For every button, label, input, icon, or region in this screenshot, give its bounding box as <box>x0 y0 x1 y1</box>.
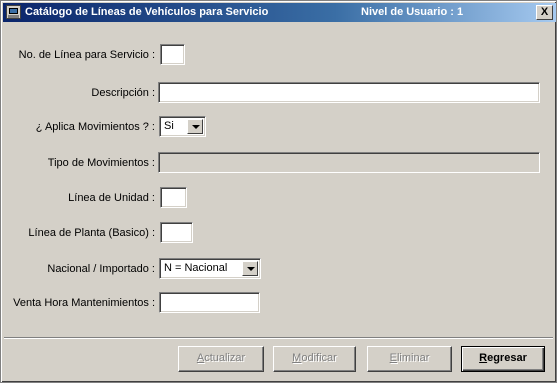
linea-planta-input[interactable] <box>160 222 193 243</box>
dialog-window: Catálogo de Líneas de Vehículos para Ser… <box>0 0 557 383</box>
aplica-movimientos-select[interactable]: Si <box>159 116 206 137</box>
nacional-importado-value: N = Nacional <box>164 262 228 274</box>
chevron-down-icon[interactable] <box>242 261 258 276</box>
venta-hora-label: Venta Hora Mantenimientos : <box>13 297 155 309</box>
linea-servicio-label: No. de Línea para Servicio : <box>18 49 155 61</box>
linea-unidad-input[interactable] <box>160 187 187 208</box>
user-level: Nivel de Usuario : 1 <box>361 6 464 18</box>
close-button[interactable]: X <box>536 5 553 20</box>
modificar-button[interactable]: Modificar <box>273 346 356 372</box>
linea-unidad-label: Línea de Unidad : <box>68 192 155 204</box>
linea-servicio-input[interactable] <box>160 44 185 65</box>
chevron-down-icon[interactable] <box>187 119 203 134</box>
app-computer-icon <box>6 5 21 19</box>
aplica-movimientos-value: Si <box>164 120 174 132</box>
descripcion-input[interactable] <box>158 82 540 103</box>
eliminar-button[interactable]: Eliminar <box>367 346 452 372</box>
descripcion-label: Descripción : <box>91 87 155 99</box>
title-bar[interactable]: Catálogo de Líneas de Vehículos para Ser… <box>3 3 556 22</box>
nacional-importado-select[interactable]: N = Nacional <box>159 258 261 279</box>
actualizar-button[interactable]: Actualizar <box>178 346 264 372</box>
nacional-importado-label: Nacional / Importado : <box>47 263 155 275</box>
button-separator <box>4 337 553 339</box>
venta-hora-input[interactable] <box>159 292 260 313</box>
linea-planta-label: Línea de Planta (Basico) : <box>28 227 155 239</box>
aplica-movimientos-label: ¿ Aplica Movimientos ? : <box>35 121 155 133</box>
tipo-movimientos-input <box>158 152 540 173</box>
regresar-button[interactable]: Regresar <box>461 346 545 372</box>
window-title: Catálogo de Líneas de Vehículos para Ser… <box>25 6 269 18</box>
tipo-movimientos-label: Tipo de Movimientos : <box>47 157 155 169</box>
